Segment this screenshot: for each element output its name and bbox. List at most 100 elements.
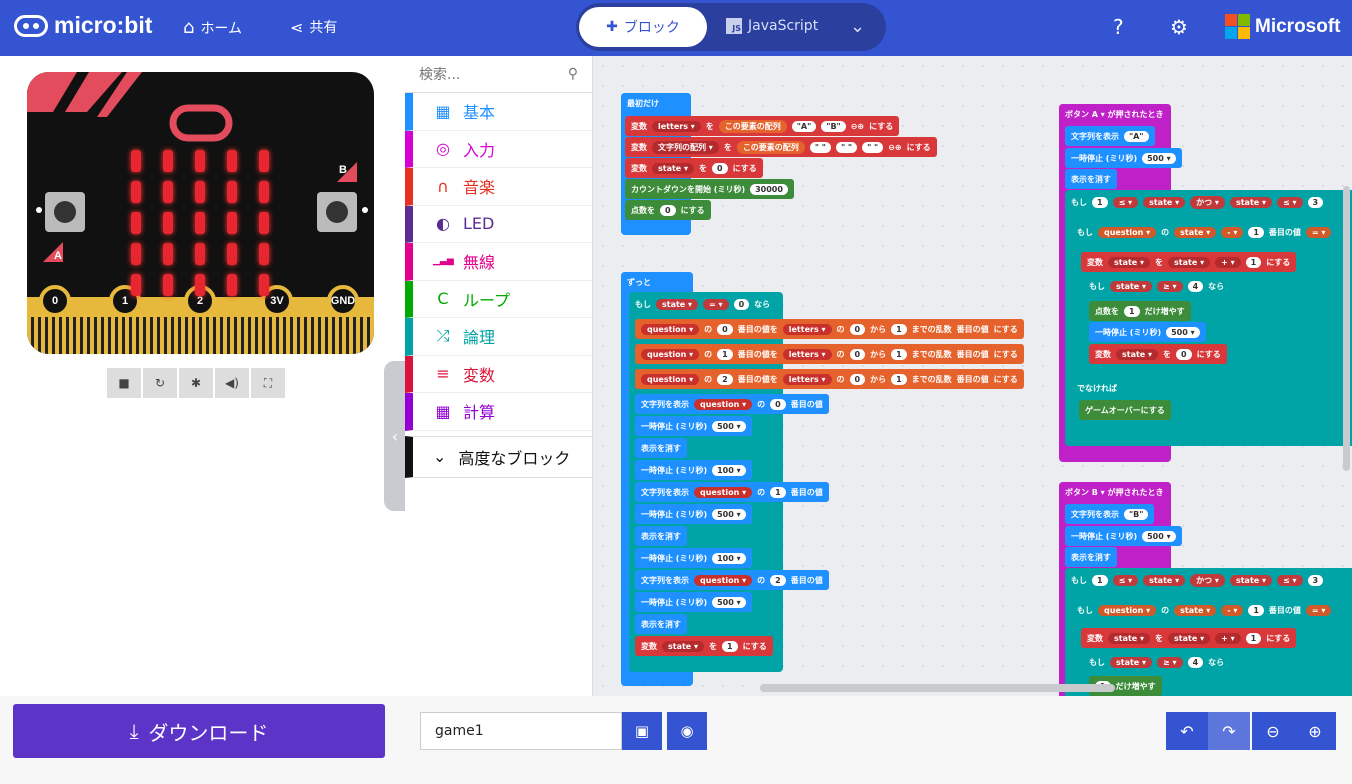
if-a3-row[interactable]: もし state ▾ ≥ ▾ 4 なら (1083, 276, 1231, 296)
clear-b-row[interactable]: 表示を消す (1065, 547, 1117, 567)
category-6[interactable]: ⤮ 論理 (405, 318, 592, 356)
led-4-2 (195, 274, 205, 296)
category-2[interactable]: ∩ 音楽 (405, 168, 592, 206)
score-a-row[interactable]: 点数を 1 だけ増やす (1089, 301, 1191, 321)
project-name-input[interactable]: game1 (420, 712, 622, 750)
reset-state-a-row[interactable]: 変数 state ▾ を 0 にする (1089, 344, 1227, 364)
set-state-1-row[interactable]: 変数 state ▾ を 1 にする (635, 636, 773, 656)
clear-a-row[interactable]: 表示を消す (1065, 169, 1117, 189)
mute-icon[interactable]: ◀) (215, 368, 249, 398)
show-q1-row[interactable]: 文字列を表示 question ▾ の 1 番目の値 (635, 482, 829, 502)
inc-state-b-row[interactable]: 変数 state ▾ を state ▾ + ▾ 1 にする (1081, 628, 1297, 648)
set-letters-row[interactable]: 変数 letters ▾ をこの要素の配列 "A" "B" ⊖⊕ にする (625, 116, 900, 136)
show-b-row[interactable]: 文字列を表示 "B" (1065, 504, 1155, 524)
collapse-simulator-button[interactable]: ‹ (384, 361, 406, 511)
if-b3-row[interactable]: もし state ▾ ≥ ▾ 4 なら (1083, 652, 1231, 672)
github-button[interactable]: ◉ (667, 712, 707, 750)
category-1[interactable]: ◎ 入力 (405, 130, 592, 168)
home-button[interactable]: ⌂ ホーム (183, 17, 242, 38)
button-b[interactable] (317, 192, 357, 232)
on-start-hat[interactable]: 最初だけ (621, 93, 691, 113)
stop-icon[interactable]: ■ (107, 368, 141, 398)
block-text: から (870, 374, 887, 384)
dropdown-field: = ▾ (703, 298, 729, 310)
show-q0-row[interactable]: 文字列を表示 question ▾ の 0 番目の値 (635, 394, 829, 414)
gameover-row[interactable]: ゲームオーバーにする (1079, 400, 1171, 420)
pause-500-row-3[interactable]: 一時停止 (ミリ秒) 500 ▾ (635, 592, 752, 612)
restart-icon[interactable]: ↻ (143, 368, 177, 398)
question-set-row-0[interactable]: question ▾ の 0 番目の値を letters ▾ の 0 から 1 までの乱数 番目の値… (635, 319, 1024, 339)
if-state-row[interactable]: もし state ▾ = ▾ 0 なら (629, 294, 777, 314)
dropdown-field: question ▾ (641, 348, 700, 360)
tab-blocks[interactable]: ✚ ブロック (579, 7, 707, 47)
redo-button[interactable]: ↷ (1208, 712, 1250, 750)
fullscreen-icon[interactable]: ⛶ (251, 368, 285, 398)
pause-a-row[interactable]: 一時停止 (ミリ秒) 500 ▾ (1065, 148, 1182, 168)
pause-b-row[interactable]: 一時停止 (ミリ秒) 500 ▾ (1065, 526, 1182, 546)
vertical-scrollbar[interactable] (1343, 186, 1350, 471)
search-input[interactable]: 検索... (419, 64, 460, 84)
category-3[interactable]: ◐ LED (405, 205, 592, 243)
pin-gnd[interactable]: GND (327, 285, 359, 317)
category-5[interactable]: C ループ (405, 280, 592, 318)
advanced-blocks[interactable]: ⌄ 高度なブロック (405, 435, 592, 478)
clear-row-2[interactable]: 表示を消す (635, 526, 687, 546)
pause-100-row-2[interactable]: 一時停止 (ミリ秒) 100 ▾ (635, 548, 752, 568)
value-field: "A" (791, 120, 817, 132)
if-a2-row[interactable]: もし question ▾ の state ▾ - ▾ 1 番目の値 = ▾ (1071, 222, 1338, 242)
microbit-logo[interactable]: micro:bit (14, 12, 152, 39)
inc-state-a-row[interactable]: 変数 state ▾ を state ▾ + ▾ 1 にする (1081, 252, 1297, 272)
else-a-row[interactable]: でなければ (1071, 378, 1123, 398)
dropdown-field: state ▾ (1108, 632, 1151, 644)
toolbox-search[interactable]: 検索... ⚲ (405, 56, 592, 93)
button-a[interactable] (45, 192, 85, 232)
set-strings-row[interactable]: 変数 文字列の配列 ▾ をこの要素の配列 " " " " " " ⊖⊕ にする (625, 137, 937, 157)
save-button[interactable]: ▣ (622, 712, 662, 750)
pause-500-row-2[interactable]: 一時停止 (ミリ秒) 500 ▾ (635, 504, 752, 524)
if-b-row[interactable]: もし 1 ≤ ▾ state ▾ かつ ▾ state ▾ ≤ ▾ 3 (1065, 570, 1330, 590)
show-q2-row[interactable]: 文字列を表示 question ▾ の 2 番目の値 (635, 570, 829, 590)
pin-0[interactable]: 0 (39, 285, 71, 317)
question-set-row-2[interactable]: question ▾ の 2 番目の値を letters ▾ の 0 から 1 までの乱数 番目の値… (635, 369, 1024, 389)
forever-hat[interactable]: ずっと (621, 272, 693, 292)
countdown-row[interactable]: カウントダウンを開始 (ミリ秒) 30000 (625, 179, 794, 199)
microsoft-logo[interactable]: Microsoft (1225, 14, 1341, 39)
clear-row-3[interactable]: 表示を消す (635, 614, 687, 634)
category-8[interactable]: ▦ 計算 (405, 393, 592, 431)
category-4[interactable]: ▁▃▅ 無線 (405, 243, 592, 281)
debug-icon[interactable]: ✱ (179, 368, 213, 398)
share-button[interactable]: ⋖ 共有 (290, 17, 337, 37)
set-score-row[interactable]: 点数を 0 にする (625, 200, 711, 220)
gear-icon[interactable]: ⚙ (1170, 15, 1188, 39)
dropdown-field: + ▾ (1215, 632, 1241, 644)
button-b-hat[interactable]: ボタン B ▾ が押されたとき (1059, 482, 1171, 502)
category-7[interactable]: ≡ 変数 (405, 355, 592, 393)
tab-javascript[interactable]: JS JavaScript (726, 18, 818, 34)
block-text: 点数を (1095, 306, 1119, 316)
question-set-row-1[interactable]: question ▾ の 1 番目の値を letters ▾ の 0 から 1 までの乱数 番目の値… (635, 344, 1024, 364)
download-button[interactable]: ⤓ ダウンロード (13, 704, 385, 758)
show-a-row[interactable]: 文字列を表示 "A" (1065, 126, 1155, 146)
zoom-in-button[interactable]: ⊕ (1294, 712, 1336, 750)
pause-a2-row[interactable]: 一時停止 (ミリ秒) 500 ▾ (1089, 322, 1206, 342)
category-label: 入力 (463, 140, 496, 160)
pause-500-row[interactable]: 一時停止 (ミリ秒) 500 ▾ (635, 416, 752, 436)
if-b2-row[interactable]: もし question ▾ の state ▾ - ▾ 1 番目の値 = ▾ (1071, 600, 1338, 620)
chevron-down-icon[interactable]: ⌄ (850, 16, 865, 37)
clear-row[interactable]: 表示を消す (635, 438, 687, 458)
horizontal-scrollbar[interactable] (760, 684, 1115, 692)
category-label: LED (463, 214, 495, 234)
help-icon[interactable]: ? (1113, 15, 1124, 39)
block-text: 文字列を表示 (641, 575, 689, 585)
zoom-out-button[interactable]: ⊖ (1252, 712, 1294, 750)
if-a-row[interactable]: もし 1 ≤ ▾ state ▾ かつ ▾ state ▾ ≤ ▾ 3 (1065, 192, 1330, 212)
search-icon[interactable]: ⚲ (568, 66, 578, 82)
dropdown-field: state ▾ (1174, 226, 1217, 238)
led-3-4 (259, 243, 269, 265)
blocks-workspace[interactable]: 最初だけ変数 letters ▾ をこの要素の配列 "A" "B" ⊖⊕ にする 変数 文字列の… (593, 56, 1352, 696)
undo-button[interactable]: ↶ (1166, 712, 1208, 750)
button-a-hat[interactable]: ボタン A ▾ が押されたとき (1059, 104, 1171, 124)
pause-100-row[interactable]: 一時停止 (ミリ秒) 100 ▾ (635, 460, 752, 480)
category-0[interactable]: ▦ 基本 (405, 93, 592, 131)
set-state-row[interactable]: 変数 state ▾ を 0 にする (625, 158, 763, 178)
